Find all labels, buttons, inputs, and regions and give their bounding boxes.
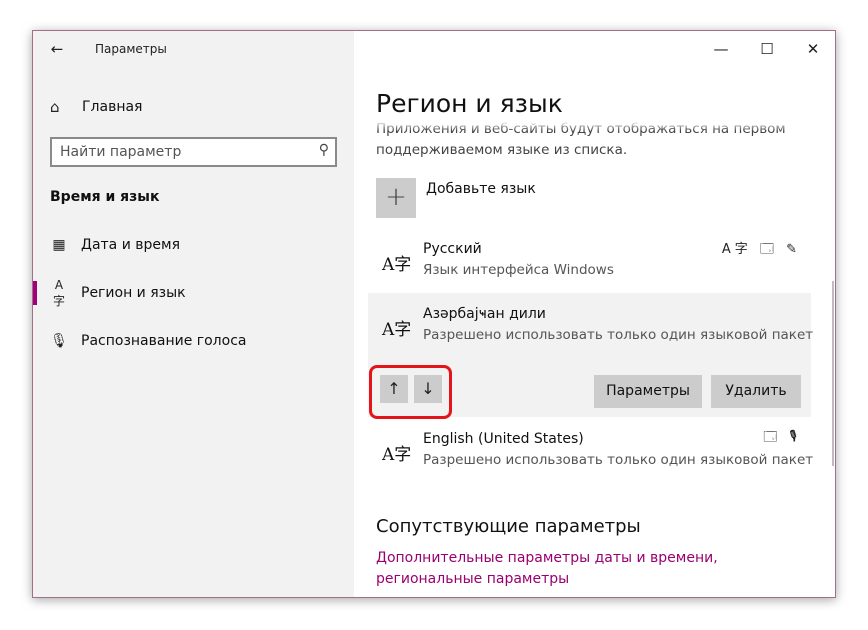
language-name: English (United States): [423, 431, 584, 447]
plus-icon: +: [376, 178, 416, 218]
app-title: Параметры: [95, 42, 167, 56]
search-input[interactable]: [60, 143, 300, 161]
language-desc: Разрешено использовать только один языко…: [423, 327, 814, 343]
sidebar-item-region-language[interactable]: A字 Регион и язык: [50, 278, 186, 308]
maximize-button[interactable]: ☐: [747, 35, 787, 63]
sidebar-item-label: Регион и язык: [81, 285, 186, 301]
add-language-label: Добавьте язык: [426, 181, 536, 197]
language-features-icons: A字 🗔 ✎: [721, 242, 801, 257]
language-desc: Разрешено использовать только один языко…: [423, 452, 814, 468]
language-item-english[interactable]: A字 English (United States) Разрешено исп…: [368, 426, 814, 480]
sidebar-item-label: Главная: [82, 99, 143, 115]
search-box[interactable]: ⚲: [50, 137, 337, 167]
close-button[interactable]: ✕: [793, 35, 833, 63]
scrollbar[interactable]: [832, 281, 834, 466]
options-button[interactable]: Параметры: [594, 375, 702, 408]
intro-text: Приложения и веб-сайты будут отображатьс…: [376, 121, 796, 163]
sidebar-item-date-time[interactable]: ▦ Дата и время: [50, 233, 180, 257]
related-settings-link[interactable]: Дополнительные параметры даты и времени,…: [376, 548, 816, 590]
settings-window: ← Параметры ⌂ Главная ⚲ Время и язык ▦ Д…: [32, 30, 836, 598]
arrow-left-icon[interactable]: ←: [45, 37, 69, 61]
sidebar-item-label: Дата и время: [81, 237, 180, 253]
page-title: Регион и язык: [376, 89, 563, 118]
language-item-russian[interactable]: A字 Русский Язык интерфейса Windows A字 🗔 …: [368, 236, 811, 290]
calendar-clock-icon: ▦: [52, 237, 66, 253]
search-icon[interactable]: ⚲: [319, 142, 329, 158]
sidebar-item-home[interactable]: ⌂ Главная: [50, 95, 142, 119]
language-desc: Язык интерфейса Windows: [423, 262, 614, 278]
related-settings-title: Сопутствующие параметры: [376, 516, 641, 537]
language-icon: A字: [382, 445, 412, 465]
language-features-icons: 🗔 🎙: [763, 430, 801, 445]
move-up-button[interactable]: ↑: [380, 375, 408, 403]
sidebar: ← Параметры ⌂ Главная ⚲ Время и язык ▦ Д…: [33, 31, 354, 597]
language-name: Азәрбајҹан дили: [423, 306, 546, 322]
home-icon: ⌂: [50, 98, 60, 116]
language-name: Русский: [423, 241, 482, 257]
main-content: — ☐ ✕ Регион и язык Приложения и веб-сай…: [354, 31, 835, 597]
language-icon: A字: [382, 320, 412, 340]
microphone-icon: 🎙: [50, 333, 68, 349]
active-indicator: [33, 281, 37, 305]
minimize-button[interactable]: —: [701, 35, 741, 63]
language-icon: A字: [382, 255, 412, 275]
sidebar-item-speech[interactable]: 🎙 Распознавание голоса: [50, 329, 246, 353]
sidebar-item-label: Распознавание голоса: [81, 333, 247, 349]
remove-button[interactable]: Удалить: [711, 375, 801, 408]
section-title: Время и язык: [50, 189, 160, 205]
add-language-button[interactable]: + Добавьте язык: [376, 178, 536, 218]
move-down-button[interactable]: ↓: [414, 375, 442, 403]
language-item-azerbaijani-content: A字 Азәрбајҹан дили Разрешено использоват…: [368, 301, 814, 355]
language-icon: A字: [52, 277, 65, 308]
